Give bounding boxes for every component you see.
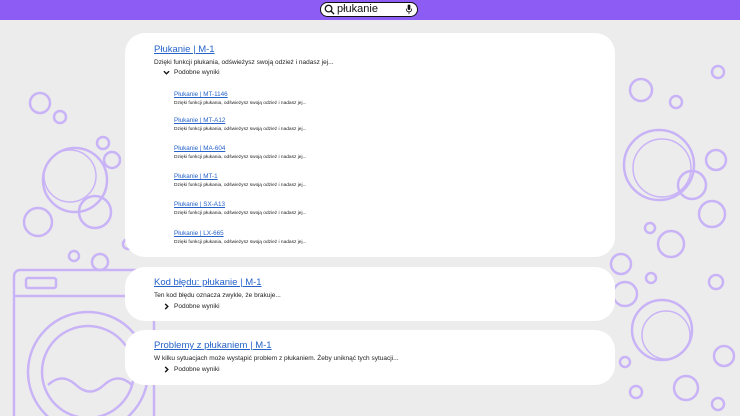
result-card: Płukanie | M-1 Dzięki funkcji płukania, … <box>125 33 615 257</box>
similar-results-label: Podobne wyniki <box>174 366 220 373</box>
related-result-description: Dzięki funkcji płukania, odświeżysz swoj… <box>174 127 307 132</box>
related-result-description: Dzięki funkcji płukania, odświeżysz swoj… <box>174 240 307 245</box>
search-icon[interactable] <box>324 4 335 15</box>
chevron-right-icon <box>164 366 169 373</box>
similar-results-toggle[interactable]: Podobne wyniki <box>163 303 220 310</box>
chevron-right-icon <box>164 303 169 310</box>
similar-results-label: Podobne wyniki <box>174 69 220 76</box>
result-description: W kilku sytuacjach może wystąpić problem… <box>154 355 399 362</box>
related-result-link[interactable]: Płukanie | LX-665 <box>174 230 224 237</box>
microphone-icon[interactable] <box>405 4 413 15</box>
result-card: Kod błędu: płukanie | M-1 Ten kod błędu … <box>125 267 615 321</box>
search-input[interactable]: płukanie <box>337 3 378 16</box>
result-description: Dzięki funkcji płukania, odświeżysz swoj… <box>154 59 334 66</box>
related-result-description: Dzięki funkcji płukania, odświeżysz swoj… <box>174 183 307 188</box>
result-description: Ten kod błędu oznacza zwykle, że brakuje… <box>154 292 281 299</box>
related-result-description: Dzięki funkcji płukania, odświeżysz swoj… <box>174 211 307 216</box>
result-title-link[interactable]: Płukanie | M-1 <box>154 44 215 55</box>
search-bar[interactable]: płukanie <box>320 2 418 17</box>
related-result-description: Dzięki funkcji płukania, odświeżysz swoj… <box>174 101 307 106</box>
related-result-link[interactable]: Płukanie | MA-604 <box>174 145 225 152</box>
similar-results-toggle[interactable]: Podobne wyniki <box>163 69 220 76</box>
result-card: Problemy z płukaniem | M-1 W kilku sytua… <box>125 330 615 385</box>
chevron-down-icon <box>163 70 170 75</box>
similar-results-label: Podobne wyniki <box>174 303 220 310</box>
related-result-link[interactable]: Płukanie | MT-1 <box>174 173 218 180</box>
result-title-link[interactable]: Kod błędu: płukanie | M-1 <box>154 277 262 288</box>
related-result-link[interactable]: Płukanie | MT-A12 <box>174 117 225 124</box>
related-result-description: Dzięki funkcji płukania, odświeżysz swoj… <box>174 155 307 160</box>
related-result-link[interactable]: Płukanie | MT-1146 <box>174 91 228 98</box>
related-result-link[interactable]: Płukanie | SX-A13 <box>174 201 225 208</box>
similar-results-toggle[interactable]: Podobne wyniki <box>163 366 220 373</box>
result-title-link[interactable]: Problemy z płukaniem | M-1 <box>154 340 272 351</box>
